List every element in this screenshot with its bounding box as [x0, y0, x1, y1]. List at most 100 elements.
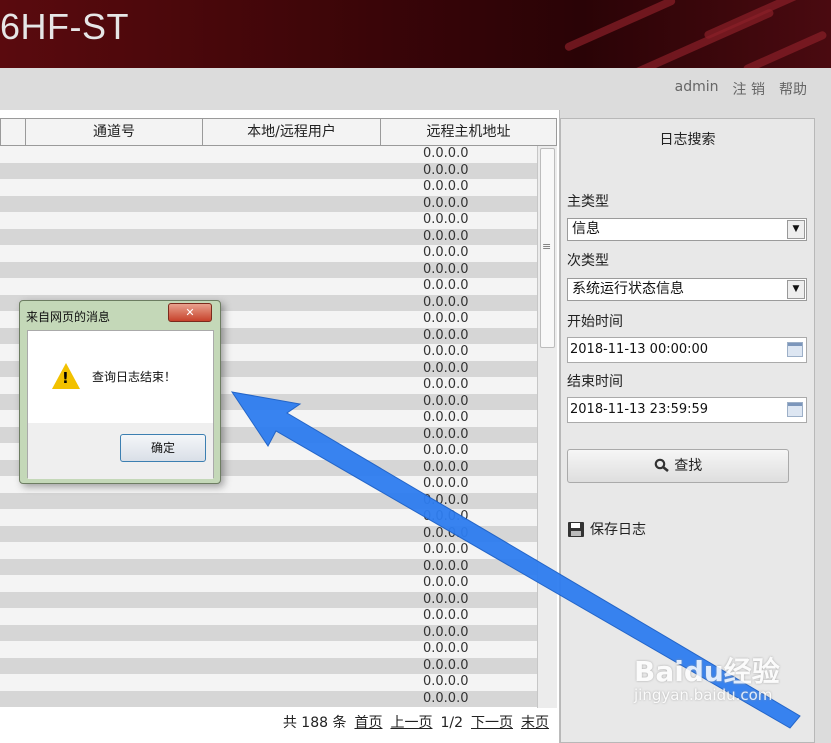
end-time-label: 结束时间: [567, 374, 623, 390]
remote-host-cell: 0.0.0.0: [423, 360, 469, 376]
column-header-channel[interactable]: 通道号: [25, 119, 202, 145]
total-count: 共 188 条: [282, 715, 347, 731]
first-page-link[interactable]: 首页: [354, 710, 382, 736]
message-dialog: 来自网页的消息 ✕ ! 查询日志结束！ 确定: [19, 300, 221, 484]
table-row[interactable]: 0.0.0.0: [0, 657, 537, 674]
remote-host-cell: 0.0.0.0: [423, 212, 469, 227]
remote-host-cell: 0.0.0.0: [423, 657, 469, 673]
remote-host-cell: 0.0.0.0: [423, 162, 469, 178]
remote-host-cell: 0.0.0.0: [423, 311, 469, 326]
table-row[interactable]: 0.0.0.0: [0, 674, 537, 691]
table-row[interactable]: 0.0.0.0: [0, 162, 537, 179]
next-page-link[interactable]: 下一页: [471, 710, 513, 736]
remote-host-cell: 0.0.0.0: [423, 542, 469, 557]
remote-host-cell: 0.0.0.0: [423, 344, 469, 359]
top-bar: admin 注 销 帮助: [0, 68, 831, 108]
prev-page-link[interactable]: 上一页: [390, 710, 432, 736]
warning-icon: !: [52, 363, 80, 389]
table-row[interactable]: 0.0.0.0: [0, 624, 537, 641]
table-row[interactable]: 0.0.0.0: [0, 278, 537, 295]
floppy-disk-icon: [568, 521, 584, 537]
remote-host-cell: 0.0.0.0: [423, 426, 469, 442]
remote-host-cell: 0.0.0.0: [423, 195, 469, 211]
remote-host-cell: 0.0.0.0: [423, 558, 469, 574]
main-type-label: 主类型: [567, 194, 609, 210]
table-row[interactable]: 0.0.0.0: [0, 575, 537, 592]
table-row[interactable]: 0.0.0.0: [0, 195, 537, 212]
calendar-icon[interactable]: [787, 402, 803, 417]
column-header-user[interactable]: 本地/远程用户: [202, 119, 380, 145]
remote-host-cell: 0.0.0.0: [423, 278, 469, 293]
remote-host-cell: 0.0.0.0: [423, 410, 469, 425]
close-icon[interactable]: ✕: [168, 303, 212, 322]
dialog-message: 查询日志结束！: [92, 370, 177, 384]
header-decoration: [563, 0, 677, 53]
column-header-remote-host[interactable]: 远程主机地址: [380, 119, 556, 145]
remote-host-cell: 0.0.0.0: [423, 459, 469, 475]
table-row[interactable]: 0.0.0.0: [0, 591, 537, 608]
main-type-value: 信息: [572, 221, 600, 237]
main-type-select[interactable]: 信息 ▼: [567, 218, 807, 241]
start-time-field[interactable]: 2018-11-13 00:00:00: [567, 337, 807, 363]
table-row[interactable]: 0.0.0.0: [0, 179, 537, 196]
table-row[interactable]: 0.0.0.0: [0, 261, 537, 278]
remote-host-cell: 0.0.0.0: [423, 509, 469, 524]
remote-host-cell: 0.0.0.0: [423, 179, 469, 194]
save-log-label: 保存日志: [590, 522, 646, 538]
remote-host-cell: 0.0.0.0: [423, 624, 469, 640]
table-row[interactable]: 0.0.0.0: [0, 558, 537, 575]
last-page-link[interactable]: 末页: [521, 710, 549, 736]
baidu-watermark: Baidu经验 jingyan.baidu.com: [634, 650, 780, 704]
search-label: 查找: [674, 458, 703, 474]
table-row[interactable]: 0.0.0.0: [0, 641, 537, 658]
brand-title: 6HF-ST: [0, 6, 129, 47]
table-row[interactable]: 0.0.0.0: [0, 608, 537, 625]
panel-title: 日志搜索: [659, 132, 716, 148]
start-time-value: 2018-11-13 00:00:00: [570, 342, 709, 357]
logout-link[interactable]: 注 销: [733, 79, 765, 99]
table-row[interactable]: 0.0.0.0: [0, 690, 537, 707]
watermark-brand: Baidu经验: [634, 655, 780, 688]
table-scrollbar[interactable]: ≡: [537, 146, 557, 708]
remote-host-cell: 0.0.0.0: [423, 591, 469, 607]
save-log-button[interactable]: 保存日志: [567, 519, 646, 539]
remote-host-cell: 0.0.0.0: [423, 575, 469, 590]
remote-host-cell: 0.0.0.0: [423, 377, 469, 392]
table-row[interactable]: 0.0.0.0: [0, 525, 537, 542]
calendar-icon[interactable]: [787, 342, 803, 357]
table-row[interactable]: 0.0.0.0: [0, 245, 537, 262]
user-name-link[interactable]: admin: [675, 79, 719, 99]
end-time-field[interactable]: 2018-11-13 23:59:59: [567, 397, 807, 423]
page-indicator: 1/2: [440, 715, 463, 731]
chevron-down-icon[interactable]: ▼: [787, 280, 805, 299]
sub-type-value: 系统运行状态信息: [572, 281, 684, 297]
table-row[interactable]: 0.0.0.0: [0, 509, 537, 526]
remote-host-cell: 0.0.0.0: [423, 690, 469, 706]
table-row[interactable]: 0.0.0.0: [0, 146, 537, 163]
remote-host-cell: 0.0.0.0: [423, 327, 469, 343]
watermark-url: jingyan.baidu.com: [634, 686, 773, 704]
app-header: 6HF-ST: [0, 0, 831, 68]
search-icon: [654, 458, 669, 473]
header-decoration: [742, 30, 828, 68]
sub-type-select[interactable]: 系统运行状态信息 ▼: [567, 278, 807, 301]
dialog-title: 来自网页的消息: [26, 310, 111, 324]
remote-host-cell: 0.0.0.0: [423, 674, 469, 689]
remote-host-cell: 0.0.0.0: [423, 393, 469, 409]
help-link[interactable]: 帮助: [779, 79, 807, 99]
table-row[interactable]: 0.0.0.0: [0, 228, 537, 245]
ok-button[interactable]: 确定: [120, 434, 206, 462]
remote-host-cell: 0.0.0.0: [423, 261, 469, 277]
pagination: 共 188 条 首页 上一页 1/2 下一页 末页: [0, 710, 557, 736]
remote-host-cell: 0.0.0.0: [423, 146, 469, 161]
start-time-label: 开始时间: [567, 314, 623, 330]
table-row[interactable]: 0.0.0.0: [0, 542, 537, 559]
search-button[interactable]: 查找: [567, 449, 789, 483]
chevron-down-icon[interactable]: ▼: [787, 220, 805, 239]
table-header: 通道号 本地/远程用户 远程主机地址: [0, 118, 557, 146]
column-header-truncated: [1, 119, 25, 145]
end-time-value: 2018-11-13 23:59:59: [570, 402, 709, 417]
table-row[interactable]: 0.0.0.0: [0, 492, 537, 509]
table-row[interactable]: 0.0.0.0: [0, 212, 537, 229]
scrollbar-grip-icon: ≡: [542, 240, 552, 253]
